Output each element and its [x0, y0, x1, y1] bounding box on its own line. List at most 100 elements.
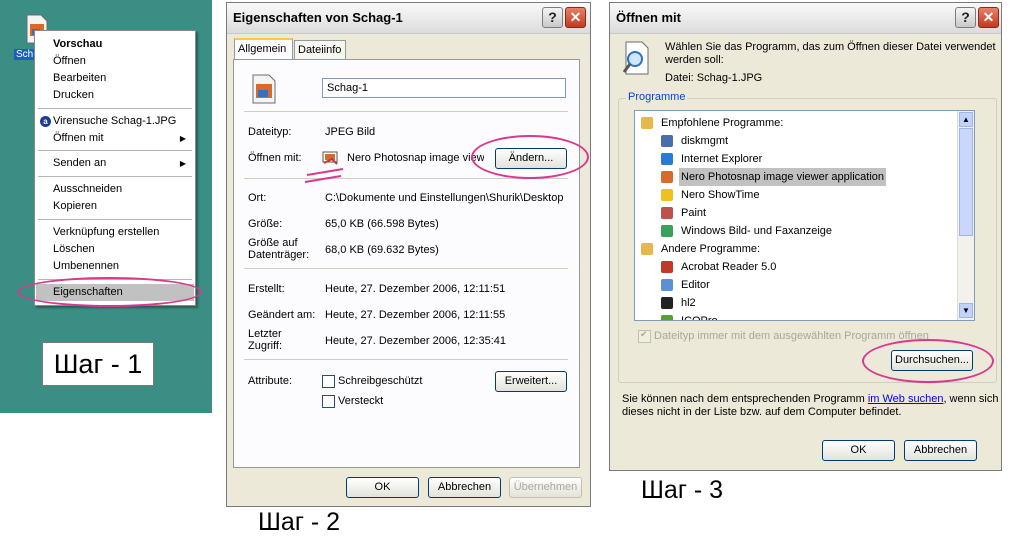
step-2-label: Шаг - 2	[258, 508, 341, 536]
ort-label: Ort:	[248, 192, 267, 204]
open-with-window: Öffnen mit ? ✕ Wählen Sie das Programm, …	[609, 2, 1002, 471]
web-search-text-2: dieses nicht in der Liste bzw. auf dem C…	[622, 406, 902, 418]
file-label[interactable]: Sch	[14, 49, 36, 60]
submenu-arrow-icon: ▶	[179, 159, 186, 168]
groesse-value: 65,0 KB (66.598 Bytes)	[325, 218, 439, 230]
step-1-label: Шаг - 1	[42, 342, 154, 386]
dateityp-label: Dateityp:	[248, 126, 292, 138]
menu-item-bearbeiten[interactable]: Bearbeiten	[36, 70, 194, 87]
menu-separator	[38, 176, 192, 177]
menu-item-label: Drucken	[53, 89, 94, 101]
step-3-label: Шаг - 3	[641, 476, 724, 504]
program-label: Acrobat Reader 5.0	[681, 261, 777, 273]
menu-item-label: Verknüpfung erstellen	[53, 226, 160, 238]
groesse-label: Größe:	[248, 218, 283, 230]
groesse-datentraeger-label-2: Datenträger:	[248, 249, 310, 261]
web-search-text: Sie können nach dem entsprechenden Progr…	[622, 393, 998, 405]
always-use-label: Dateityp immer mit dem ausgewählten Prog…	[654, 330, 929, 342]
tab-dateiinfo[interactable]: Dateiinfo	[294, 40, 346, 60]
menu-item-label: Kopieren	[53, 200, 98, 212]
program-group-icon	[641, 243, 653, 255]
menu-item-label: Öffnen	[53, 55, 86, 67]
abbrechen-button[interactable]: Abbrechen	[428, 477, 501, 498]
erweitert-button[interactable]: Erweitert...	[495, 371, 567, 392]
underline-scribble	[304, 168, 344, 183]
menu-separator	[38, 108, 192, 109]
versteckt-checkbox[interactable]	[322, 395, 335, 408]
program-label: Internet Explorer	[681, 153, 763, 165]
menu-item-ausschneiden[interactable]: Ausschneiden	[36, 181, 194, 198]
geaendert-label: Geändert am:	[248, 309, 316, 321]
close-button[interactable]: ✕	[978, 7, 999, 28]
menu-item-label: Vorschau	[53, 38, 103, 50]
programme-group-label: Programme	[626, 91, 688, 103]
web-search-prefix: Sie können nach dem entsprechenden Progr…	[622, 393, 868, 405]
menu-item-kopieren[interactable]: Kopieren	[36, 198, 194, 215]
ok-button[interactable]: OK	[346, 477, 419, 498]
menu-separator	[38, 150, 192, 151]
scroll-thumb[interactable]	[959, 128, 973, 236]
oeffnen-mit-value: Nero Photosnap image viewe	[347, 152, 484, 164]
intro-line-1: Wählen Sie das Programm, das zum Öffnen …	[665, 41, 996, 53]
menu-item-virensuche-schag-1-jpg[interactable]: Virensuche Schag-1.JPG a	[36, 113, 194, 130]
program-label: Paint	[681, 207, 707, 219]
groesse-datentraeger-value: 68,0 KB (69.632 Bytes)	[325, 244, 439, 256]
highlight-aendern	[471, 135, 589, 179]
letzter-zugriff-value: Heute, 27. Dezember 2006, 12:35:41	[325, 335, 507, 347]
ort-value: C:\Dokumente und Einstellungen\Shurik\De…	[325, 192, 564, 204]
schreibgeschuetzt-label[interactable]: Schreibgeschützt	[338, 375, 422, 387]
filename-field[interactable]: Schag-1	[322, 78, 566, 98]
versteckt-label[interactable]: Versteckt	[338, 395, 383, 407]
help-button[interactable]: ?	[542, 7, 563, 28]
menu-item-label: Öffnen mit	[53, 132, 104, 144]
desktop: Sch Vorschau Öffnen Bearbeiten Drucken Viren…	[0, 0, 212, 413]
menu-item-label: Bearbeiten	[53, 72, 107, 84]
menu-item-label: Virensuche Schag-1.JPG	[53, 115, 177, 127]
schreibgeschuetzt-checkbox[interactable]	[322, 375, 335, 388]
scroll-down-button[interactable]: ▼	[959, 303, 973, 318]
menu-item-löschen[interactable]: Löschen	[36, 241, 194, 258]
geaendert-value: Heute, 27. Dezember 2006, 12:11:55	[325, 309, 506, 321]
dateityp-value: JPEG Bild	[325, 126, 376, 138]
web-search-suffix: , wenn sich	[943, 393, 999, 405]
menu-item-senden-an[interactable]: Senden an ▶	[36, 155, 194, 172]
antivirus-icon: a	[40, 116, 51, 127]
list-scrollbar[interactable]: ▲ ▼	[957, 111, 974, 320]
notepad-icon	[661, 279, 673, 291]
window-title: Öffnen mit	[616, 10, 681, 25]
menu-item-label: Ausschneiden	[53, 183, 123, 195]
menu-item-vorschau[interactable]: Vorschau	[36, 36, 194, 53]
menu-item-verknüpfung-erstellen[interactable]: Verknüpfung erstellen	[36, 224, 194, 241]
erstellt-value: Heute, 27. Dezember 2006, 12:11:51	[325, 283, 506, 295]
title-bar: Öffnen mit ? ✕	[610, 3, 1001, 34]
internet-explorer-icon	[661, 153, 673, 165]
ok-button[interactable]: OK	[822, 440, 895, 461]
program-list[interactable]: Empfohlene Programme: diskmgmt Internet Ex…	[634, 110, 975, 321]
picture-viewer-icon	[661, 225, 673, 237]
properties-window: Eigenschaften von Schag-1 ? ✕ Allgemein …	[226, 2, 591, 507]
nero-photosnap-icon	[661, 171, 673, 183]
attribute-label: Attribute:	[248, 375, 293, 387]
nero-photosnap-icon	[322, 151, 338, 165]
program-label: Windows Bild- und Faxanzeige	[681, 225, 833, 237]
erstellt-label: Erstellt:	[248, 283, 285, 295]
web-search-link[interactable]: im Web suchen	[868, 393, 944, 405]
letzter-zugriff-label-2: Zugriff:	[248, 340, 283, 352]
menu-item-drucken[interactable]: Drucken	[36, 87, 194, 104]
help-button[interactable]: ?	[955, 7, 976, 28]
menu-item-umbenennen[interactable]: Umbenennen	[36, 258, 194, 275]
abbrechen-button[interactable]: Abbrechen	[904, 440, 977, 461]
program-label: diskmgmt	[681, 135, 729, 147]
menu-separator	[38, 219, 192, 220]
menu-item-öffnen-mit[interactable]: Öffnen mit ▶	[36, 130, 194, 147]
program-label: Nero Photosnap image viewer application	[679, 168, 887, 186]
close-button[interactable]: ✕	[565, 7, 586, 28]
groesse-datentraeger-label-1: Größe auf	[248, 237, 298, 249]
tab-allgemein[interactable]: Allgemein	[234, 38, 293, 60]
program-label: Nero ShowTime	[681, 189, 760, 201]
icq-icon	[661, 315, 673, 320]
scroll-up-button[interactable]: ▲	[959, 112, 973, 127]
search-document-icon	[622, 41, 649, 75]
menu-item-label: Löschen	[53, 243, 95, 255]
menu-item-öffnen[interactable]: Öffnen	[36, 53, 194, 70]
